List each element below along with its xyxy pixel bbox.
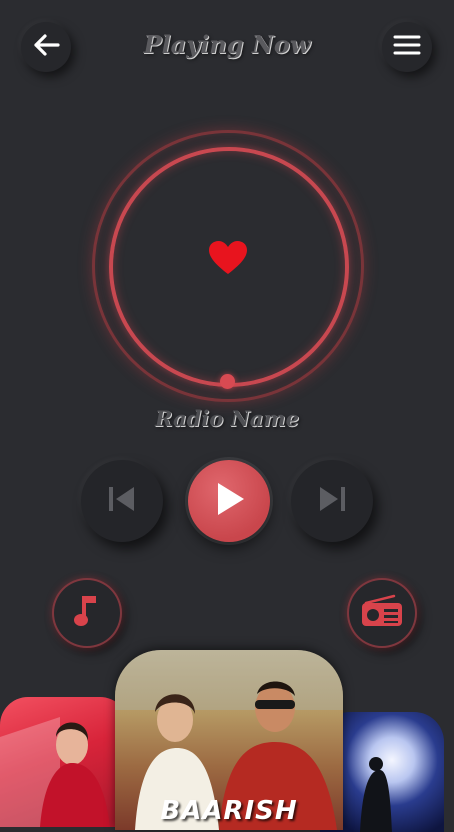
album-card-left[interactable] <box>0 697 128 827</box>
music-note-icon <box>74 594 100 632</box>
main-card-title: BAARISH <box>160 796 298 826</box>
station-name: Radio Name <box>155 406 299 431</box>
dial-knob[interactable] <box>220 374 235 389</box>
album-art-left <box>0 717 110 827</box>
player-dial <box>92 130 364 402</box>
menu-button[interactable] <box>382 22 432 72</box>
play-icon <box>212 481 246 521</box>
hamburger-menu-icon <box>393 34 421 60</box>
music-button[interactable] <box>52 578 122 648</box>
heart-icon[interactable] <box>208 240 248 280</box>
radio-button[interactable] <box>347 578 417 648</box>
skip-previous-icon <box>107 485 137 517</box>
album-card-main[interactable]: BAARISH <box>115 650 343 830</box>
radio-icon <box>360 594 404 632</box>
play-button[interactable] <box>188 460 270 542</box>
next-button[interactable] <box>291 460 373 542</box>
previous-button[interactable] <box>81 460 163 542</box>
skip-next-icon <box>317 485 347 517</box>
